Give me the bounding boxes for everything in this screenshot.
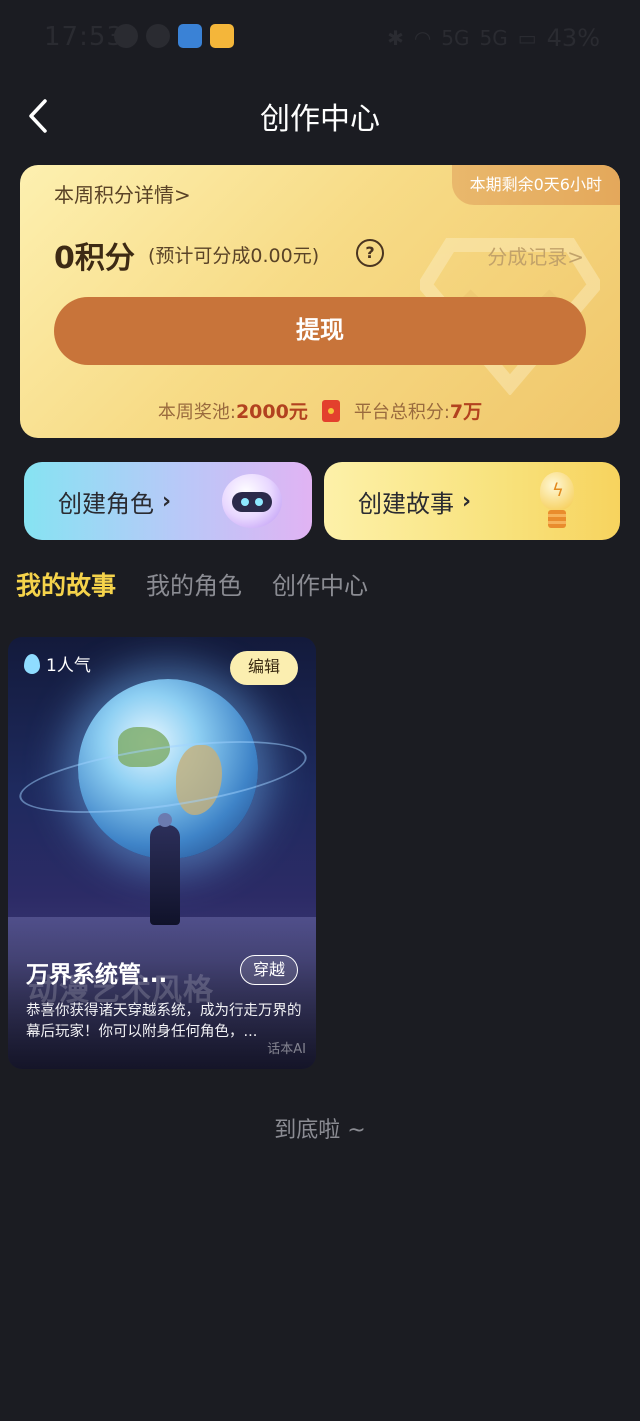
weather-app-icon xyxy=(178,24,202,48)
tab-my-stories[interactable]: 我的故事 xyxy=(16,566,116,602)
eye-icon xyxy=(114,24,138,48)
brand-watermark: 话本AI xyxy=(267,1042,306,1057)
signal-1-icon: 5G xyxy=(441,26,470,50)
chevron-right-icon: › xyxy=(462,488,472,514)
create-role-button[interactable]: 创建角色 › xyxy=(24,462,312,540)
help-icon[interactable]: ? xyxy=(356,239,384,267)
edit-story-button[interactable]: 编辑 xyxy=(229,651,298,685)
content-tabs: 我的故事 我的角色 创作中心 xyxy=(16,566,368,602)
red-envelope-icon xyxy=(321,400,340,422)
wifi-icon: ◠ xyxy=(413,26,432,50)
flame-icon xyxy=(24,653,40,674)
create-story-button[interactable]: 创建故事 › ϟ xyxy=(324,462,620,540)
status-icons-left xyxy=(114,24,234,48)
points-value: 0积分 xyxy=(54,241,135,276)
points-card: 本期剩余0天6小时 本周积分详情> 0积分 (预计可分成0.00元) ? 分成记… xyxy=(20,165,620,438)
character-figure xyxy=(150,813,180,925)
browser-app-icon xyxy=(210,24,234,48)
page-title: 创作中心 xyxy=(260,102,380,137)
status-bar: 17:53 ✱ ◠ 5G 5G ▭ 43% xyxy=(0,0,640,78)
create-role-label: 创建角色 xyxy=(58,489,154,518)
platform-points-value: 7万 xyxy=(449,401,483,423)
popularity-count: 1人气 xyxy=(46,656,91,676)
genre-tag: 穿越 xyxy=(239,955,298,985)
story-card[interactable]: 1人气 编辑 动漫艺术风格 万界系统管... 穿越 恭喜你获得诸天穿越系统，成为… xyxy=(8,637,316,1069)
popularity-badge: 1人气 xyxy=(24,651,91,676)
withdraw-button[interactable]: 提现 xyxy=(54,297,586,365)
battery-icon: ▭ xyxy=(517,26,537,50)
lightbulb-icon: ϟ xyxy=(540,472,574,532)
estimated-share: (预计可分成0.00元) xyxy=(148,245,320,267)
chevron-right-icon: › xyxy=(162,488,172,514)
tab-creation-center[interactable]: 创作中心 xyxy=(272,566,368,601)
pool-label: 本周奖池: xyxy=(157,402,236,423)
create-story-label: 创建故事 xyxy=(358,489,454,518)
end-of-list-text: 到底啦 ~ xyxy=(274,1118,366,1143)
status-icons-right: ✱ ◠ 5G 5G ▭ 43% xyxy=(387,24,600,52)
robot-icon xyxy=(222,474,282,528)
week-points-details-link[interactable]: 本周积分详情> xyxy=(54,179,191,208)
pool-value: 2000元 xyxy=(235,401,308,423)
signal-2-icon: 5G xyxy=(479,26,508,50)
alarm-icon xyxy=(146,24,170,48)
bluetooth-icon: ✱ xyxy=(387,26,404,50)
platform-points-label: 平台总积分: xyxy=(353,402,450,423)
story-description: 恭喜你获得诸天穿越系统，成为行走万界的幕后玩家！你可以附身任何角色，... xyxy=(26,1003,302,1040)
status-time: 17:53 xyxy=(44,22,124,52)
battery-percent: 43% xyxy=(546,24,600,52)
tab-my-roles[interactable]: 我的角色 xyxy=(146,566,242,601)
story-title: 万界系统管... xyxy=(26,962,168,988)
share-record-link[interactable]: 分成记录> xyxy=(487,241,584,270)
prize-pool-line: 本周奖池:2000元 平台总积分:7万 xyxy=(20,397,620,424)
remaining-time-badge: 本期剩余0天6小时 xyxy=(451,165,620,205)
